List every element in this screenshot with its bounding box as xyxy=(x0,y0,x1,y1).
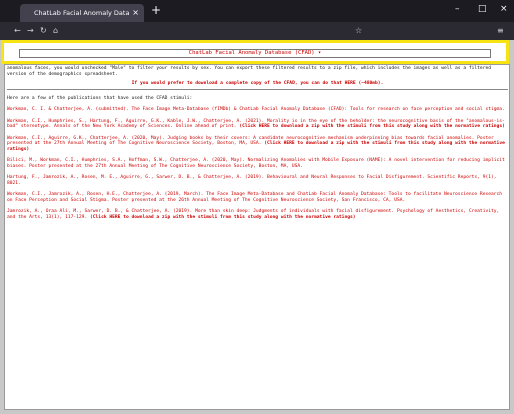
publication-item: Hartung, F., Jamrozik, A., Rosen, M. E.,… xyxy=(7,175,497,186)
publication-item: Workman, C.I., Humphries, S., Hartung, F… xyxy=(7,118,505,130)
publication-list: Workman, C. I. & Chatterjee, A. (submitt… xyxy=(7,107,508,220)
reload-icon[interactable]: ↻ xyxy=(40,26,47,35)
maximize-button[interactable]: □ xyxy=(478,4,487,14)
publication-item: Workman, C.I., Jamrozik, A., Rosen, H.E.… xyxy=(7,192,503,203)
download-link[interactable]: (Click HERE to download a zip with the s… xyxy=(90,215,356,220)
divider xyxy=(7,88,508,90)
browser-tab-bar: ChatLab Facial Anomaly Database ( × + – … xyxy=(0,0,514,22)
page-title: ChatLab Facial Anomaly Database (CFAD) ▾ xyxy=(19,49,491,58)
forward-icon[interactable]: → xyxy=(27,26,34,35)
browser-nav-bar xyxy=(0,22,514,40)
publication-item: Workman, C.I., Aguirre, G.K., Chatterjee… xyxy=(7,135,505,152)
new-tab-button[interactable]: + xyxy=(151,3,161,17)
menu-icon[interactable]: ≡ xyxy=(497,26,504,35)
back-icon[interactable]: ← xyxy=(14,26,21,35)
publication-item: Jamrozik, A., Oraa Ali, M., Sarwer, D. B… xyxy=(7,209,500,220)
home-icon[interactable]: ⌂ xyxy=(53,26,58,35)
bookmark-star-icon[interactable]: ☆ xyxy=(355,26,362,35)
publication-item: Bilici, M., Workman, C.I., Humphries, S.… xyxy=(7,158,505,169)
minimize-button[interactable]: – xyxy=(455,4,460,14)
tab-close-icon[interactable]: × xyxy=(132,8,139,18)
download-text[interactable]: If you would prefer to download a comple… xyxy=(7,81,508,87)
publications-lead: Here are a few of the publications that … xyxy=(7,95,193,101)
title-highlight: ChatLab Facial Anomaly Database (CFAD) ▾ xyxy=(1,40,509,64)
page-content-area: anomalous faces, you would unchecked "Ma… xyxy=(4,64,510,410)
publication-item: Workman, C. I. & Chatterjee, A. (submitt… xyxy=(7,107,505,112)
intro-text: anomalous faces, you would unchecked "Ma… xyxy=(7,66,491,77)
browser-tab[interactable]: ChatLab Facial Anomaly Database ( × xyxy=(20,4,144,22)
tab-title: ChatLab Facial Anomaly Database ( xyxy=(34,9,130,17)
download-link[interactable]: (Click HERE to download a zip with the s… xyxy=(239,124,505,129)
close-window-button[interactable]: × xyxy=(500,4,508,14)
